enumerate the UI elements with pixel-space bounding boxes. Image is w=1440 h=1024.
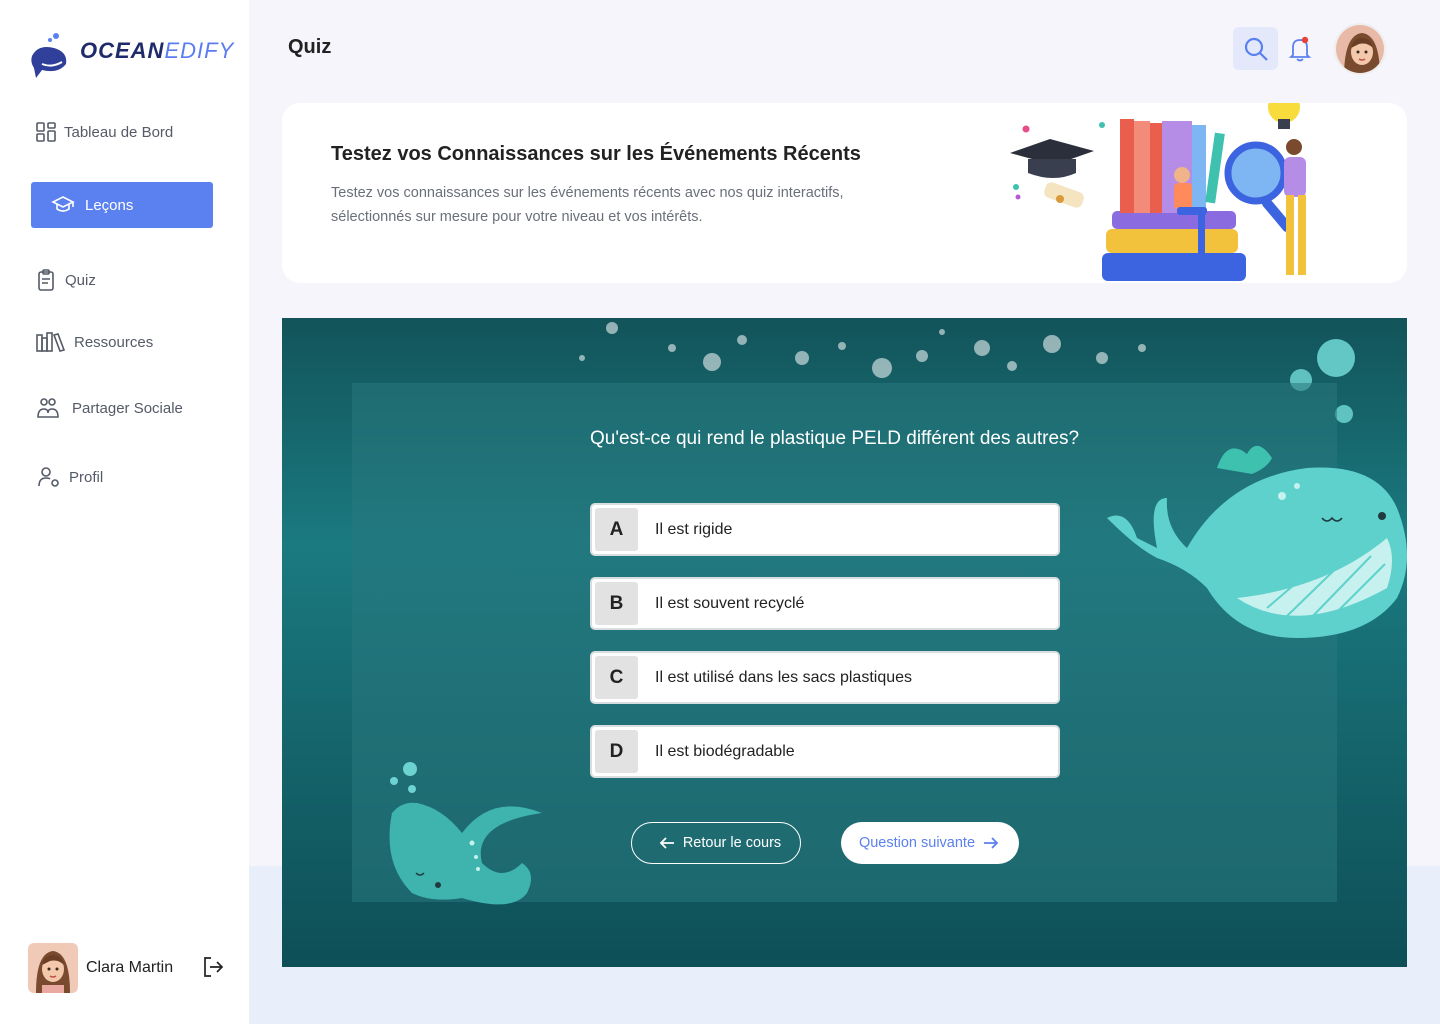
sidebar-item-label: Quiz: [65, 271, 96, 289]
user-name: Clara Martin: [86, 959, 174, 976]
whale-logo-icon: [31, 33, 67, 78]
option-letter: A: [595, 508, 638, 551]
current-user: Clara Martin: [28, 943, 228, 993]
sidebar-item-ressources[interactable]: Ressources: [31, 319, 213, 365]
whale-illustration-icon: [1107, 445, 1407, 638]
sidebar-item-quiz[interactable]: Quiz: [31, 257, 213, 303]
sidebar-item-label: Ressources: [74, 333, 154, 351]
library-icon: [36, 332, 66, 352]
option-text: Il est biodégradable: [655, 742, 795, 760]
answer-option-c[interactable]: C Il est utilisé dans les sacs plastique…: [590, 651, 1060, 704]
notification-button[interactable]: [1288, 35, 1312, 63]
sidebar-item-lecons[interactable]: Leçons: [31, 182, 213, 228]
sidebar-item-profil[interactable]: Profil: [31, 454, 213, 500]
arrow-right-icon: [984, 837, 999, 849]
graduation-cap-icon: [51, 196, 75, 212]
option-letter: C: [595, 656, 638, 699]
next-question-button[interactable]: Question suivante: [841, 822, 1019, 864]
brand-name: OCEANEDIFY: [80, 38, 234, 64]
quiz-card: Qu'est-ce qui rend le plastique PELD dif…: [352, 383, 1407, 905]
sidebar-item-dashboard[interactable]: Tableau de Bord: [31, 109, 213, 155]
manta-ray-illustration-icon: [389, 762, 542, 905]
arrow-left-icon: [659, 837, 674, 849]
user-portrait-icon: [1336, 25, 1384, 73]
option-text: Il est rigide: [655, 520, 733, 538]
dashboard-icon: [36, 122, 56, 142]
logout-icon[interactable]: [202, 956, 224, 978]
answer-option-d[interactable]: D Il est biodégradable: [590, 725, 1060, 778]
option-letter: B: [595, 582, 638, 625]
avatar[interactable]: [28, 943, 78, 993]
sidebar-item-label: Tableau de Bord: [64, 123, 174, 141]
quiz-question: Qu'est-ce qui rend le plastique PELD dif…: [590, 428, 1080, 449]
option-text: Il est utilisé dans les sacs plastiques: [655, 668, 913, 686]
search-button[interactable]: [1233, 27, 1278, 70]
user-settings-icon: [38, 467, 59, 487]
app-logo[interactable]: OCEANEDIFY: [28, 30, 233, 86]
banner-description: Testez vos connaissances sur les événeme…: [331, 185, 844, 225]
back-button-label: Retour le cours: [682, 835, 782, 851]
users-icon: [37, 398, 59, 418]
next-button-label: Question suivante: [858, 835, 976, 851]
user-portrait-icon: [28, 943, 78, 993]
banner-title: Testez vos Connaissances sur les Événeme…: [331, 143, 861, 165]
sidebar-item-partager-sociale[interactable]: Partager Sociale: [31, 385, 213, 431]
sidebar: OCEANEDIFY Tableau de Bord Leçons Quiz R…: [0, 0, 249, 1024]
brand-name-ocean: OCEAN: [80, 38, 165, 63]
search-icon: [1244, 37, 1268, 61]
quiz-intro-banner: Testez vos Connaissances sur les Événeme…: [282, 103, 1407, 283]
profile-avatar[interactable]: [1334, 23, 1386, 75]
brand-name-edify: EDIFY: [164, 38, 235, 63]
answer-option-a[interactable]: A Il est rigide: [590, 503, 1060, 556]
clipboard-icon: [38, 269, 54, 291]
education-illustration-icon: [1010, 103, 1306, 281]
page-title: Quiz: [288, 36, 332, 58]
option-letter: D: [595, 730, 638, 773]
bell-icon: [1288, 36, 1312, 62]
sidebar-item-label: Partager Sociale: [72, 399, 183, 417]
back-to-course-button[interactable]: Retour le cours: [631, 822, 801, 864]
quiz-stage: Qu'est-ce qui rend le plastique PELD dif…: [282, 318, 1407, 967]
sidebar-item-label: Profil: [69, 468, 104, 486]
option-text: Il est souvent recyclé: [655, 594, 805, 612]
answer-option-b[interactable]: B Il est souvent recyclé: [590, 577, 1060, 630]
sidebar-item-label: Leçons: [85, 196, 134, 214]
